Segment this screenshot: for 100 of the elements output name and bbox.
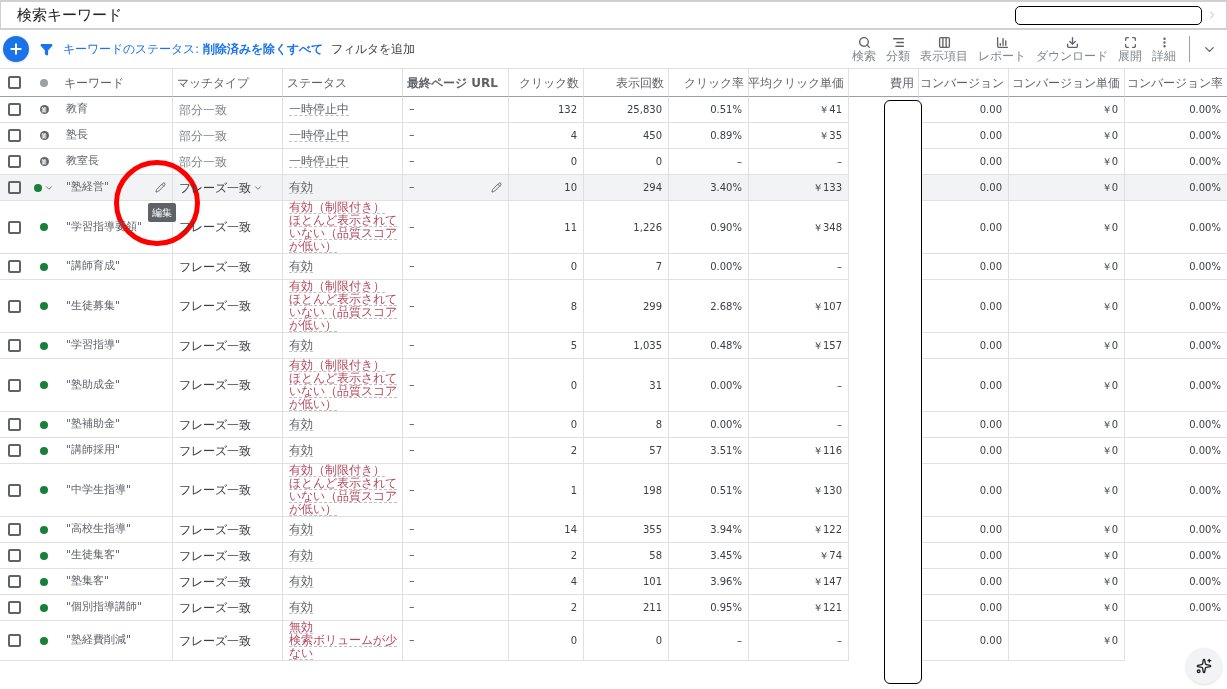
- checkbox[interactable]: [7, 299, 21, 313]
- toolbar-button[interactable]: 検索: [847, 35, 881, 63]
- status-text[interactable]: が低い）: [289, 398, 337, 411]
- column-header[interactable]: コンバージョン単価: [1012, 73, 1120, 92]
- status-text[interactable]: 有効: [289, 339, 313, 352]
- status-text[interactable]: 有効（制限付き）: [289, 464, 385, 477]
- toolbar-button[interactable]: レポート: [973, 35, 1031, 63]
- status-text[interactable]: 有効: [289, 575, 313, 588]
- checkbox[interactable]: [7, 523, 21, 536]
- status-text[interactable]: ほとんど表示されて: [289, 214, 397, 227]
- column-header[interactable]: コンバージョン: [920, 73, 1004, 92]
- column-header[interactable]: 費用: [890, 73, 914, 92]
- clicks-text: 2: [570, 601, 577, 615]
- checkbox[interactable]: [7, 129, 21, 142]
- checkbox[interactable]: [7, 155, 21, 168]
- status-text[interactable]: が低い）: [289, 240, 337, 253]
- conversion-rate-text: 0.00%: [1189, 601, 1221, 615]
- toolbar-button[interactable]: 展開: [1113, 35, 1147, 63]
- status-text[interactable]: 有効: [289, 523, 313, 536]
- status-text[interactable]: 検索ボリュームが少: [289, 634, 397, 647]
- match-type-text: フレーズ一致: [179, 547, 251, 565]
- checkbox[interactable]: [7, 260, 21, 273]
- status-text[interactable]: 一時停止中: [289, 129, 349, 142]
- checkbox[interactable]: [7, 181, 21, 194]
- status-text[interactable]: 有効（制限付き）: [289, 280, 385, 293]
- column-header[interactable]: 平均クリック単価: [748, 73, 844, 92]
- status-text[interactable]: 有効（制限付き）: [289, 201, 385, 214]
- status-text[interactable]: 無効: [289, 621, 313, 634]
- cost-per-conversion-text: ￥0: [1101, 634, 1118, 648]
- checkbox[interactable]: [7, 220, 21, 234]
- status-text[interactable]: ほとんど表示されて: [289, 477, 397, 490]
- status-text[interactable]: ほとんど表示されて: [289, 293, 397, 306]
- checkbox[interactable]: [7, 418, 21, 431]
- checkbox[interactable]: [7, 601, 21, 614]
- checkbox[interactable]: [7, 549, 21, 562]
- column-header[interactable]: クリック率: [684, 73, 744, 92]
- column-header[interactable]: コンバージョン率: [1127, 73, 1223, 92]
- checkbox[interactable]: [7, 634, 21, 647]
- conversions-text: 0.00: [979, 444, 1002, 458]
- toolbar-button[interactable]: ダウンロード: [1031, 35, 1113, 63]
- status-text[interactable]: いない（品質スコア: [289, 227, 397, 240]
- column-header[interactable]: ステータス: [287, 73, 347, 92]
- impressions-text: 198: [642, 483, 662, 498]
- status-text[interactable]: 有効: [289, 549, 313, 562]
- checkbox[interactable]: [7, 444, 21, 457]
- status-text[interactable]: いない（品質スコア: [289, 490, 397, 503]
- status-text[interactable]: 一時停止中: [289, 103, 349, 116]
- conversions-text: 0.00: [979, 299, 1002, 314]
- add-button[interactable]: [3, 36, 29, 62]
- pencil-icon[interactable]: [491, 182, 502, 193]
- conversions-text: 0.00: [979, 549, 1002, 563]
- toolbar-button[interactable]: 表示項目: [915, 35, 973, 63]
- column-header[interactable]: キーワード: [64, 73, 124, 92]
- cpc-text: ￥35: [819, 129, 842, 143]
- status-text[interactable]: ない: [289, 647, 313, 660]
- checkbox[interactable]: [7, 76, 21, 89]
- cost-per-conversion-text: ￥0: [1101, 299, 1118, 314]
- checkbox[interactable]: [7, 483, 21, 497]
- filter-icon[interactable]: [40, 42, 53, 56]
- column-header[interactable]: マッチタイプ: [177, 73, 249, 92]
- status-text[interactable]: 有効: [289, 601, 313, 614]
- conversions-text: 0.00: [979, 601, 1002, 615]
- status-text[interactable]: 有効: [289, 418, 313, 431]
- column-header[interactable]: クリック数: [519, 73, 579, 92]
- column-header[interactable]: 最終ページ URL: [407, 73, 498, 92]
- status-text[interactable]: 一時停止中: [289, 155, 349, 168]
- url-text: –: [409, 153, 415, 170]
- ctr-text: 3.94%: [710, 523, 742, 537]
- status-text[interactable]: ほとんど表示されて: [289, 372, 397, 385]
- keyword-text: "学習指導": [66, 337, 121, 354]
- status-text[interactable]: 有効（制限付き）: [289, 359, 385, 372]
- conversions-text: 0.00: [979, 220, 1002, 235]
- conversion-rate-text: 0.00%: [1189, 444, 1221, 458]
- status-text[interactable]: いない（品質スコア: [289, 306, 397, 319]
- ctr-text: 3.96%: [710, 575, 742, 589]
- checkbox[interactable]: [7, 575, 21, 588]
- match-type-text: 部分一致: [179, 153, 227, 171]
- pencil-icon[interactable]: [155, 182, 166, 193]
- status-text[interactable]: が低い）: [289, 319, 337, 332]
- status-text[interactable]: が低い）: [289, 503, 337, 516]
- checkbox[interactable]: [7, 378, 21, 392]
- url-text: –: [409, 101, 415, 118]
- status-text[interactable]: いない（品質スコア: [289, 385, 397, 398]
- checkbox[interactable]: [7, 339, 21, 352]
- conversion-rate-text: 0.00%: [1189, 129, 1221, 143]
- toolbar-button[interactable]: 分類: [881, 35, 915, 63]
- floating-action-button[interactable]: [1186, 648, 1222, 684]
- ctr-text: 3.45%: [710, 549, 742, 563]
- filter-chip[interactable]: キーワードのステータス: 削除済みを除くすべて: [63, 40, 323, 58]
- status-text[interactable]: 有効: [289, 260, 313, 273]
- match-type-text: フレーズ一致: [179, 377, 251, 394]
- status-text[interactable]: 有効: [289, 181, 313, 194]
- cost-per-conversion-text: ￥0: [1101, 155, 1118, 169]
- checkbox[interactable]: [7, 103, 21, 116]
- toolbar-button[interactable]: 詳細: [1147, 35, 1181, 63]
- add-filter-button[interactable]: フィルタを追加: [330, 40, 415, 58]
- conversion-rate-text: 0.00%: [1189, 103, 1221, 117]
- column-header[interactable]: 表示回数: [616, 73, 664, 92]
- ctr-text: 2.68%: [710, 299, 742, 314]
- status-text[interactable]: 有効: [289, 444, 313, 457]
